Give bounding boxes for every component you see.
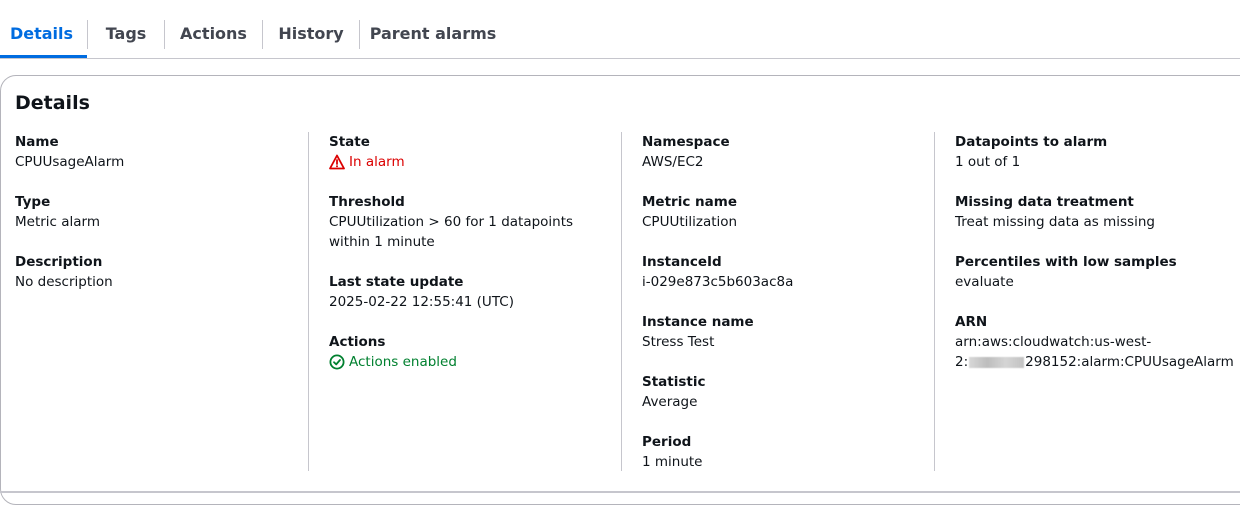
field-instance-id: InstanceId i-029e873c5b603ac8a [642,252,793,292]
field-label: Missing data treatment [955,194,1134,210]
field-value: CPUUsageAlarm [15,154,125,170]
tab-bar: Details Tags Actions History Parent alar… [0,0,1240,59]
field-value: No description [15,274,113,290]
field-description: Description No description [15,252,113,292]
tab-tags[interactable]: Tags [88,18,164,49]
arn-suffix: 298152:alarm:CPUUsageAlarm [1025,354,1234,370]
field-label: State [329,134,370,150]
field-type: Type Metric alarm [15,192,100,232]
check-circle-icon [329,354,345,370]
field-label: Threshold [329,194,405,210]
field-label: Metric name [642,194,737,210]
field-value: 2: 298152:alarm:CPUUsageAlarm [955,352,1234,372]
field-state: State In alarm [329,132,405,172]
field-namespace: Namespace AWS/EC2 [642,132,730,172]
field-value: arn:aws:cloudwatch:us-west- [955,334,1152,350]
field-value: CPUUtilization > 60 for 1 datapoints [329,214,574,230]
field-instance-name: Instance name Stress Test [642,312,754,352]
field-arn: ARN arn:aws:cloudwatch:us-west- 2: 298152… [955,312,1234,372]
field-value: within 1 minute [329,234,435,250]
field-label: Type [15,194,51,210]
column-divider [934,132,935,471]
field-metric-name: Metric name CPUUtilization [642,192,737,232]
field-value: evaluate [955,274,1014,290]
field-label: InstanceId [642,254,722,270]
redacted-account-id [969,356,1025,368]
arn-prefix: 2: [955,354,969,370]
field-label: ARN [955,314,988,330]
field-value: Average [642,394,698,410]
field-missing-data-treatment: Missing data treatment Treat missing dat… [955,192,1155,232]
field-period: Period 1 minute [642,432,703,472]
field-label: Namespace [642,134,730,150]
field-last-state-update: Last state update 2025-02-22 12:55:41 (U… [329,272,514,312]
field-value: AWS/EC2 [642,154,704,170]
field-threshold: Threshold CPUUtilization > 60 for 1 data… [329,192,573,252]
field-label: Period [642,434,692,450]
field-label: Name [15,134,59,150]
field-percentiles-low-samples: Percentiles with low samples evaluate [955,252,1177,292]
field-label: Last state update [329,274,464,290]
field-label: Actions [329,334,386,350]
alarm-state-status: In alarm [329,152,405,172]
field-value: 2025-02-22 12:55:41 (UTC) [329,294,514,310]
state-value: In alarm [349,154,405,170]
column-divider [621,132,622,471]
warning-triangle-icon [329,154,345,170]
tab-history[interactable]: History [263,18,359,49]
field-value: Treat missing data as missing [955,214,1155,230]
tab-actions[interactable]: Actions [165,18,262,49]
field-label: Instance name [642,314,754,330]
field-value: Stress Test [642,334,715,350]
field-datapoints-to-alarm: Datapoints to alarm 1 out of 1 [955,132,1107,172]
tab-parent-alarms[interactable]: Parent alarms [360,18,506,49]
field-label: Description [15,254,103,270]
field-value: CPUUtilization [642,214,738,230]
actions-status: Actions enabled [329,352,457,372]
field-statistic: Statistic Average [642,372,706,412]
field-value: Metric alarm [15,214,101,230]
details-heading: Details [15,92,90,114]
field-value: 1 minute [642,454,703,470]
field-label: Datapoints to alarm [955,134,1108,150]
field-value: 1 out of 1 [955,154,1021,170]
actions-value: Actions enabled [349,354,457,370]
field-label: Percentiles with low samples [955,254,1177,270]
active-tab-indicator [0,55,87,58]
field-name: Name CPUUsageAlarm [15,132,124,172]
tab-details[interactable]: Details [0,18,83,49]
field-actions: Actions Actions enabled [329,332,457,372]
field-label: Statistic [642,374,706,390]
field-value: i-029e873c5b603ac8a [642,274,794,290]
column-divider [308,132,309,471]
